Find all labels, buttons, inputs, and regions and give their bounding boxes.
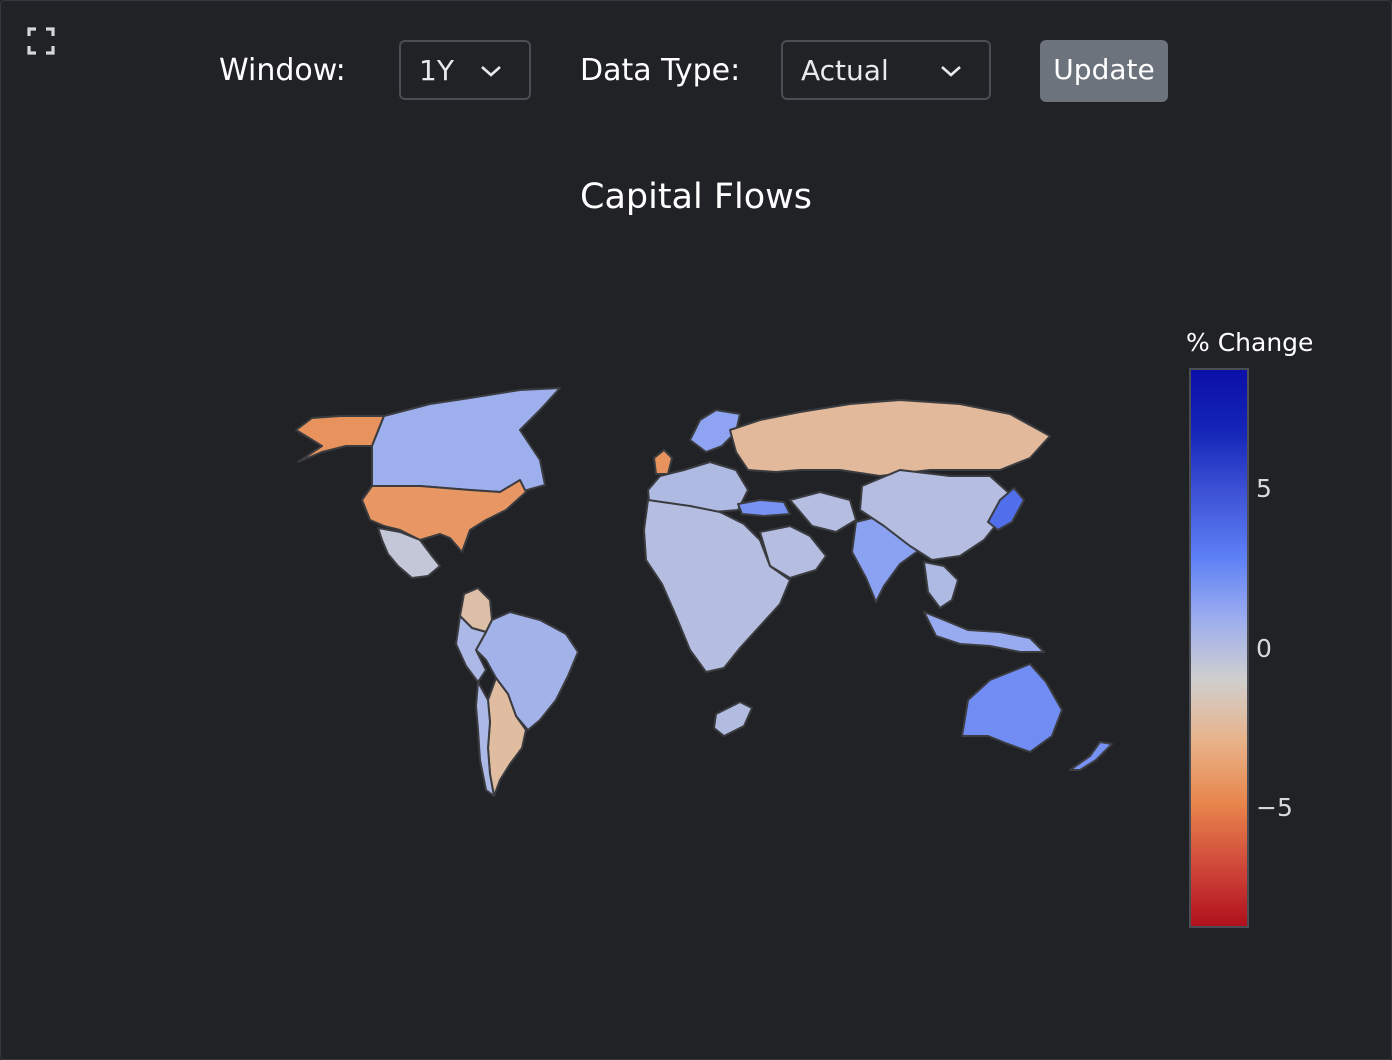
country-south-africa[interactable] xyxy=(713,701,753,737)
country-indonesia[interactable] xyxy=(923,611,1045,653)
country-new-zealand[interactable] xyxy=(1069,741,1113,771)
colorbar-tick-label: 0 xyxy=(1256,634,1272,663)
country-russia[interactable] xyxy=(729,399,1051,477)
country-canada[interactable] xyxy=(371,387,561,493)
colorbar-title: % Change xyxy=(1186,328,1314,357)
country-australia[interactable] xyxy=(961,663,1063,753)
colorbar-tick-label: −5 xyxy=(1256,793,1293,822)
country-alaska[interactable] xyxy=(295,415,385,463)
country-turkey[interactable] xyxy=(737,499,791,517)
colorbar-tick-label: 5 xyxy=(1256,474,1272,503)
country-iran[interactable] xyxy=(789,491,857,533)
colorbar xyxy=(1189,368,1249,928)
country-southeast-asia[interactable] xyxy=(923,561,959,609)
world-map xyxy=(295,387,1113,797)
country-united-kingdom[interactable] xyxy=(653,449,673,475)
country-africa[interactable] xyxy=(643,499,791,673)
